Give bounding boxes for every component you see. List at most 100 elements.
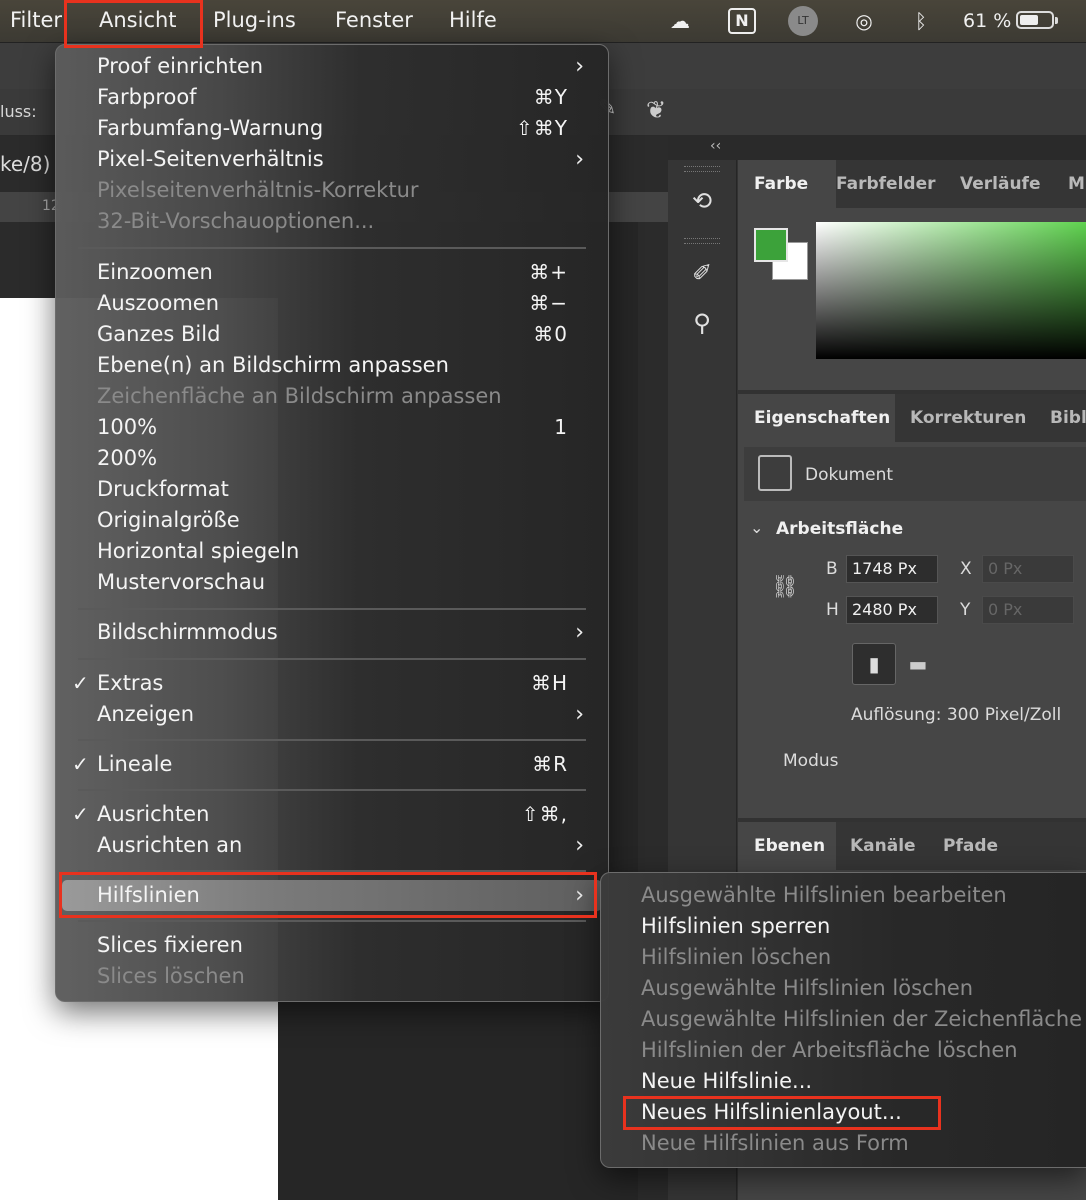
history-icon[interactable]: ⟲	[682, 184, 722, 218]
menu-item-slices-loeschen: Slices löschen	[97, 964, 245, 988]
panel-grip[interactable]	[684, 238, 720, 244]
submenu-item-hilfslinien-sperren[interactable]: Hilfslinien sperren	[601, 911, 1086, 942]
butterfly-icon[interactable]: ❦	[646, 96, 666, 124]
languagetool-icon[interactable]: LT	[788, 6, 818, 36]
panel-collapse-bar[interactable]	[668, 136, 1086, 160]
chevron-right-icon: ›	[575, 702, 584, 727]
chevron-right-icon: ›	[575, 620, 584, 645]
submenu-item-hilfslinien-loeschen: Hilfslinien löschen	[641, 945, 832, 969]
x-label: X	[960, 559, 972, 579]
menu-plugins[interactable]: Plug-ins	[213, 0, 296, 42]
menu-item-100[interactable]: 100% 1	[56, 412, 608, 443]
menu-item-farbumfang-warnung[interactable]: Farbumfang-Warnung ⇧⌘Y	[56, 113, 608, 144]
view-menu: Proof einrichten › Farbproof ⌘Y Farbumfa…	[55, 44, 609, 1002]
menu-item-horizontal-spiegeln[interactable]: Horizontal spiegeln	[56, 536, 608, 567]
battery-icon[interactable]	[1016, 11, 1058, 29]
menu-item-einzoomen[interactable]: Einzoomen ⌘+	[56, 257, 608, 288]
menu-item-originalgroesse[interactable]: Originalgröße	[56, 505, 608, 536]
color-picker-field[interactable]	[816, 222, 1086, 359]
flow-label: luss:	[0, 102, 37, 121]
height-field[interactable]: 2480 Px	[846, 596, 938, 624]
menu-separator	[78, 658, 586, 660]
submenu-item-neue-hilfslinie[interactable]: Neue Hilfslinie...	[601, 1066, 1086, 1097]
menu-item-zeichenflaeche-anpassen: Zeichenfläche an Bildschirm anpassen	[97, 384, 502, 408]
menu-item-anzeigen[interactable]: Anzeigen ›	[56, 699, 608, 730]
submenu-item-hilfslinien-aus-form: Neue Hilfslinien aus Form	[641, 1131, 909, 1155]
chevron-right-icon: ›	[575, 147, 584, 172]
menu-separator	[78, 247, 586, 249]
panel-grip[interactable]	[684, 166, 720, 172]
y-field[interactable]: 0 Px	[982, 596, 1074, 624]
checkmark-icon: ✓	[72, 802, 89, 826]
mode-label: Modus	[783, 751, 839, 771]
tab-more[interactable]: Mu	[1068, 160, 1086, 208]
menu-item-proof-einrichten[interactable]: Proof einrichten ›	[56, 51, 608, 82]
color-panel-tabs: Farbe Farbfelder Verläufe Mu	[738, 160, 1086, 208]
document-label: Dokument	[805, 465, 894, 485]
properties-panel-tabs: Eigenschaften Korrekturen Bibli	[738, 394, 1086, 442]
menu-separator	[78, 789, 586, 791]
notion-icon[interactable]: N	[728, 8, 756, 34]
x-field[interactable]: 0 Px	[982, 555, 1074, 583]
tab-kanaele[interactable]: Kanäle	[850, 822, 916, 870]
menu-item-druckformat[interactable]: Druckformat	[56, 474, 608, 505]
height-label: H	[826, 600, 839, 620]
highlight-hilfslinien	[59, 872, 597, 918]
menu-hilfe[interactable]: Hilfe	[449, 0, 497, 42]
menu-item-ganzes-bild[interactable]: Ganzes Bild ⌘0	[56, 319, 608, 350]
menu-item-ausrichten[interactable]: ✓ Ausrichten ⇧⌘,	[56, 799, 608, 830]
menu-item-32bit-vorschau: 32-Bit-Vorschauoptionen...	[97, 209, 375, 233]
menu-fenster[interactable]: Fenster	[335, 0, 413, 42]
resolution-text: Auflösung: 300 Pixel/Zoll	[851, 705, 1062, 725]
document-tab-title: ke/8)	[0, 152, 51, 176]
document-icon	[758, 455, 792, 491]
clone-source-icon[interactable]: ⚲	[682, 306, 722, 340]
chevron-right-icon: ›	[575, 833, 584, 858]
menu-separator	[78, 739, 586, 741]
chevron-down-icon[interactable]: ⌄	[750, 518, 763, 537]
submenu-item-hilfslinien-bearbeiten: Ausgewählte Hilfslinien bearbeiten	[641, 883, 1007, 907]
tab-ebenen[interactable]: Ebenen	[738, 822, 836, 870]
creative-cloud-sync-icon[interactable]: ☁	[662, 8, 698, 34]
tab-farbe[interactable]: Farbe	[738, 160, 836, 208]
menu-item-bildschirmmodus[interactable]: Bildschirmmodus ›	[56, 617, 608, 648]
menu-item-auszoomen[interactable]: Auszoomen ⌘−	[56, 288, 608, 319]
y-label: Y	[960, 600, 971, 620]
menu-item-extras[interactable]: ✓ Extras ⌘H	[56, 668, 608, 699]
width-field[interactable]: 1748 Px	[846, 555, 938, 583]
menu-item-ebenen-anpassen[interactable]: Ebene(n) an Bildschirm anpassen	[56, 350, 608, 381]
menu-item-ausrichten-an[interactable]: Ausrichten an ›	[56, 830, 608, 861]
tab-bibliotheken[interactable]: Bibli	[1050, 394, 1086, 442]
submenu-item-ausgewaehlte-loeschen: Ausgewählte Hilfslinien löschen	[641, 976, 974, 1000]
menu-item-slices-fixieren[interactable]: Slices fixieren	[56, 930, 608, 961]
collapse-panels-icon[interactable]: ‹‹	[710, 138, 721, 154]
foreground-color-swatch[interactable]	[754, 228, 788, 262]
document-row	[744, 447, 1086, 501]
menu-item-200[interactable]: 200%	[56, 443, 608, 474]
checkmark-icon: ✓	[72, 752, 89, 776]
submenu-item-zeichenflaeche-loeschen: Ausgewählte Hilfslinien der Zeichenfläch…	[641, 1007, 1086, 1031]
menu-item-farbproof[interactable]: Farbproof ⌘Y	[56, 82, 608, 113]
tab-eigenschaften[interactable]: Eigenschaften	[738, 394, 895, 442]
menu-item-pixel-seitenverhaeltnis[interactable]: Pixel-Seitenverhältnis ›	[56, 144, 608, 175]
tab-farbfelder[interactable]: Farbfelder	[836, 160, 935, 208]
brush-settings-icon[interactable]: ✐	[682, 256, 722, 290]
submenu-item-arbeitsflaeche-loeschen: Hilfslinien der Arbeitsfläche löschen	[641, 1038, 1018, 1062]
section-title: Arbeitsfläche	[776, 519, 904, 539]
landscape-orientation-icon[interactable]: ▬	[902, 650, 934, 678]
airdrop-icon[interactable]: ◎	[848, 8, 880, 34]
tab-verlaeufe[interactable]: Verläufe	[960, 160, 1040, 208]
menu-item-mustervorschau[interactable]: Mustervorschau	[56, 567, 608, 598]
menu-filter[interactable]: Filter	[10, 0, 62, 42]
link-icon[interactable]: ⛓	[771, 575, 799, 600]
highlight-ansicht	[64, 0, 203, 48]
menu-separator	[78, 608, 586, 610]
menu-item-lineale[interactable]: ✓ Lineale ⌘R	[56, 749, 608, 780]
tab-korrekturen[interactable]: Korrekturen	[910, 394, 1026, 442]
bluetooth-icon[interactable]: ᛒ	[908, 8, 934, 34]
width-label: B	[826, 559, 838, 579]
portrait-orientation-icon[interactable]: ▮	[852, 643, 896, 685]
chevron-right-icon: ›	[575, 54, 584, 79]
tab-pfade[interactable]: Pfade	[943, 822, 998, 870]
layers-panel-tabs: Ebenen Kanäle Pfade	[738, 822, 1086, 870]
